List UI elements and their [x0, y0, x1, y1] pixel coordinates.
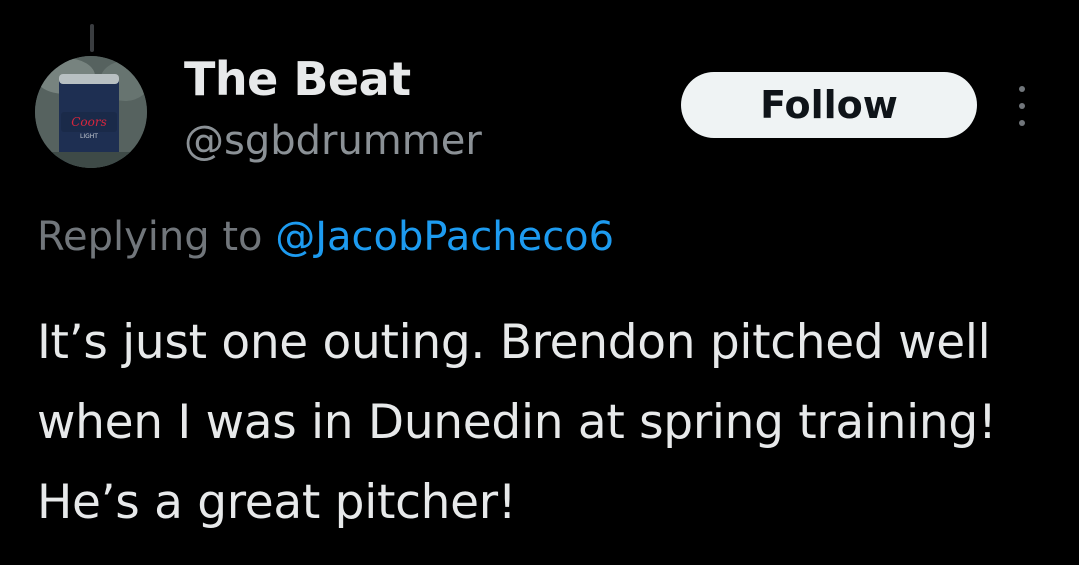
replying-to-line: Replying to @JacobPacheco6	[37, 214, 614, 260]
follow-button[interactable]: Follow	[681, 72, 977, 138]
more-dot	[1019, 120, 1025, 126]
replying-to-label: Replying to	[37, 214, 276, 260]
tweet-text: It’s just one outing. Brendon pitched we…	[37, 315, 997, 530]
avatar[interactable]: Coors LIGHT	[35, 56, 147, 168]
reply-to-handle-link[interactable]: @JacobPacheco6	[275, 214, 614, 260]
svg-text:LIGHT: LIGHT	[80, 133, 98, 140]
author-display-name[interactable]: The Beat	[184, 52, 411, 106]
more-vertical-icon[interactable]	[1012, 86, 1032, 126]
svg-text:Coors: Coors	[71, 115, 107, 129]
author-handle[interactable]: @sgbdrummer	[184, 118, 482, 164]
thread-connector-line	[90, 24, 94, 52]
more-dot	[1019, 103, 1025, 109]
beer-koozie-avatar-icon: Coors LIGHT	[35, 56, 147, 168]
more-dot	[1019, 86, 1025, 92]
